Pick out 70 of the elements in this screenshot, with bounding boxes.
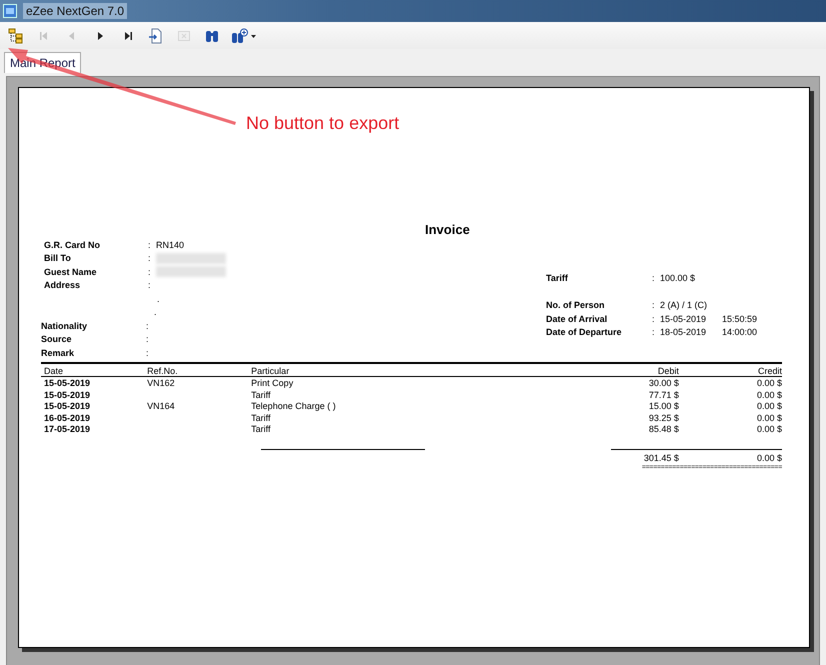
field-label: Bill To [43, 253, 72, 264]
field-label: Remark [41, 348, 76, 358]
table-cell-text: 17-05-2019 [43, 424, 92, 434]
stop-icon [177, 28, 191, 42]
field-colon: : [652, 327, 656, 338]
column-header: Particular [251, 366, 290, 376]
last-page-icon [122, 30, 134, 42]
table-cell-text: Print Copy [251, 378, 294, 388]
field-colon: : [148, 280, 152, 290]
field-label: No. of Person [546, 300, 606, 310]
column-header: Ref.No. [147, 366, 179, 376]
field-time: 15:50:59 [722, 314, 758, 324]
table-cell-text: 93.25 $ [648, 412, 679, 423]
field-colon: : [146, 320, 150, 331]
field-value: 15-05-2019 [660, 314, 708, 324]
field-label: Guest Name [43, 266, 98, 277]
table-cell-text: Tariff [251, 424, 272, 434]
app-icon [3, 4, 17, 18]
field-colon: : [652, 300, 656, 310]
column-header: Credit [756, 366, 782, 376]
address-mark: . [154, 307, 157, 318]
field-colon: : [146, 334, 150, 344]
field-label: Nationality [41, 320, 88, 331]
total-credit: 0.00 $ [756, 452, 782, 463]
column-header: Date [43, 366, 64, 376]
table-cell-text: Telephone Charge ( ) [251, 401, 337, 412]
table-cell-text: 0.00 $ [756, 401, 782, 412]
table-cell-text: 16-05-2019 [43, 412, 92, 423]
field-colon: : [148, 266, 152, 277]
table-cell-text: Tariff [251, 390, 272, 400]
first-page-icon [38, 30, 50, 42]
table-cell-text: 15-05-2019 [43, 401, 92, 412]
address-mark: . [157, 294, 160, 304]
tree-icon [8, 28, 24, 44]
table-cell-text: 85.48 $ [648, 424, 679, 434]
table-cell-text: 0.00 $ [756, 424, 782, 434]
zoom-binoculars-icon [231, 28, 257, 44]
field-colon: : [148, 240, 152, 250]
field-label: Source [41, 334, 73, 344]
table-cell-text: 0.00 $ [756, 390, 782, 400]
table-cell-text: 0.00 $ [756, 378, 782, 388]
field-label: Tariff [546, 272, 569, 283]
field-value: 2 (A) / 1 (C) [660, 300, 708, 310]
page-arrow-icon [148, 28, 164, 44]
field-colon: : [148, 253, 152, 264]
table-cell-text: 77.71 $ [648, 390, 679, 400]
field-label: Date of Departure [546, 327, 623, 338]
annotation-text: No button to export [246, 113, 400, 134]
field-value: 18-05-2019 [660, 327, 708, 338]
total-debit: 301.45 $ [642, 452, 679, 463]
field-label: Address [43, 280, 82, 290]
field-colon: : [652, 272, 656, 283]
window-title: eZee NextGen 7.0 [23, 3, 128, 19]
table-cell-text: Tariff [251, 412, 272, 423]
table-cell-text: VN164 [147, 401, 176, 412]
field-colon: : [146, 348, 150, 358]
field-time: 14:00:00 [722, 327, 758, 338]
field-value: 100.00 $ [660, 272, 696, 283]
field-label: G.R. Card No [43, 240, 102, 250]
field-colon: : [652, 314, 656, 324]
column-header: Debit [656, 366, 679, 376]
table-cell-text: 15-05-2019 [43, 390, 92, 400]
table-cell-text: VN162 [147, 378, 176, 388]
field-label: Date of Arrival [546, 314, 608, 324]
table-cell-text: 15.00 $ [648, 401, 679, 412]
table-cell-text: 30.00 $ [648, 378, 679, 388]
field-value: RN140 [156, 240, 184, 250]
report-title: Invoice [424, 222, 471, 238]
table-cell-text: 0.00 $ [756, 412, 782, 423]
table-cell-text: 15-05-2019 [43, 378, 92, 388]
